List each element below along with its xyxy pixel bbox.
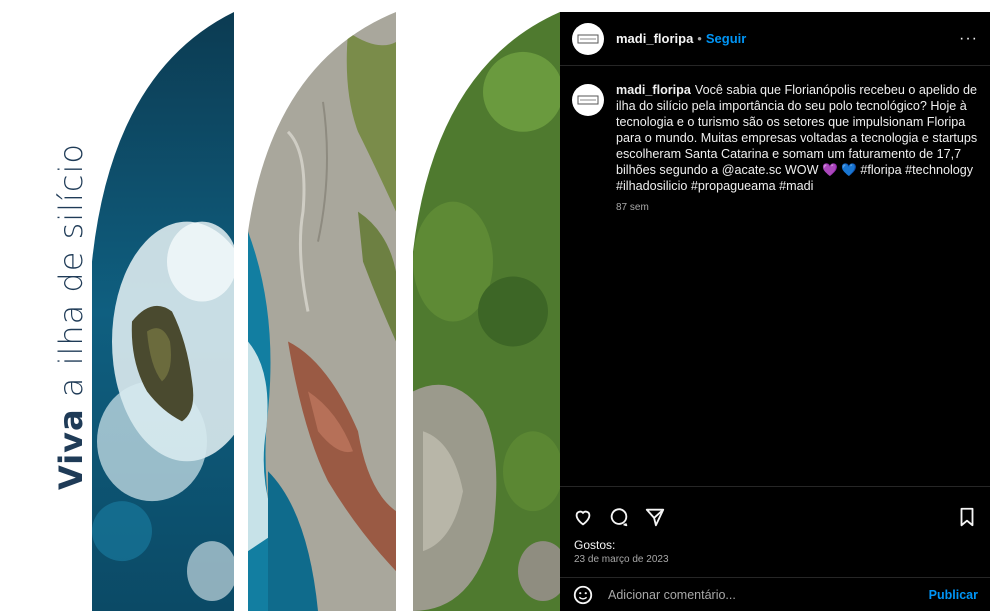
blue-heart-icon: 💙 xyxy=(841,163,857,177)
post-panel: madi_floripa • Seguir ··· madi_floripa Vo… xyxy=(560,12,990,611)
avatar-logo-icon xyxy=(577,34,599,43)
avatar-logo-icon xyxy=(577,95,599,105)
caption: madi_floripa Você sabia que Florianópolis… xyxy=(560,66,990,216)
title-thin: a ilha de silício xyxy=(52,143,90,398)
publish-button[interactable]: Publicar xyxy=(929,588,978,602)
likes-label[interactable]: Gostos: xyxy=(574,538,615,552)
vertical-title: Viva a ilha de silício xyxy=(0,0,90,611)
vegetation-panel xyxy=(413,12,560,611)
caption-avatar[interactable] xyxy=(572,84,604,116)
title-bold: Viva xyxy=(52,408,90,490)
post-time: 87 sem xyxy=(616,202,649,213)
header-username[interactable]: madi_floripa xyxy=(616,31,693,46)
post-header: madi_floripa • Seguir ··· xyxy=(560,12,990,66)
purple-heart-icon: 💜 xyxy=(821,163,838,177)
caption-body: madi_floripa Você sabia que Florianópolis… xyxy=(616,82,978,216)
comment-icon[interactable] xyxy=(608,506,630,528)
caption-username[interactable]: madi_floripa xyxy=(616,83,691,97)
header-dot: • xyxy=(697,31,702,46)
ocean-panel xyxy=(92,12,234,611)
like-heart-icon[interactable] xyxy=(572,506,594,528)
emoji-icon[interactable] xyxy=(572,584,594,606)
cliff-panel xyxy=(248,12,396,611)
comment-input[interactable] xyxy=(606,586,910,603)
more-options-icon[interactable]: ··· xyxy=(959,30,978,48)
follow-button[interactable]: Seguir xyxy=(706,31,746,46)
bookmark-icon[interactable] xyxy=(956,506,978,528)
post-date: 23 de março de 2023 xyxy=(574,554,669,565)
avatar[interactable] xyxy=(572,22,604,55)
action-bar xyxy=(560,486,990,532)
comment-bar: Publicar xyxy=(560,577,990,611)
post-image[interactable]: Viva a ilha de silício xyxy=(0,0,560,611)
share-send-icon[interactable] xyxy=(644,506,666,528)
